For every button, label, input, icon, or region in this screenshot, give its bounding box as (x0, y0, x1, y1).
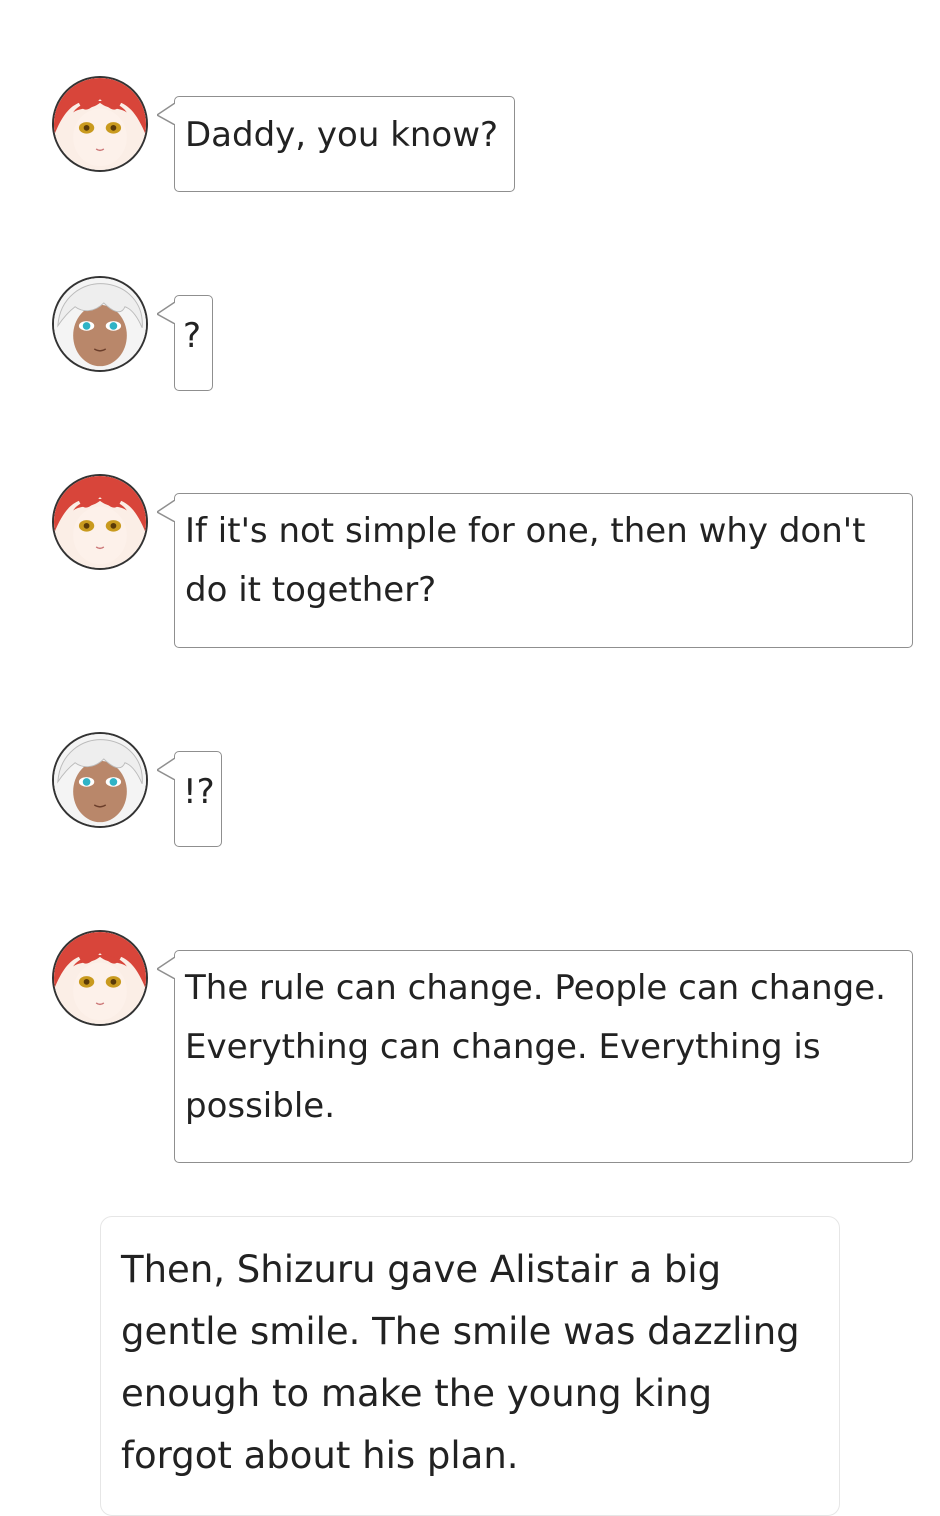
shizuru-avatar-image (54, 932, 146, 1024)
shizuru-avatar-image (54, 476, 146, 568)
message-text: The rule can change. People can change. … (185, 968, 897, 1126)
bubble-tail (157, 500, 175, 522)
shizuru-avatar-image (54, 78, 146, 170)
narration-text: Then, Shizuru gave Alistair a big gentle… (121, 1248, 800, 1477)
alistair-avatar-image (54, 278, 146, 370)
speech-bubble: Daddy, you know? (157, 96, 515, 192)
message-text: If it's not simple for one, then why don… (185, 511, 877, 610)
bubble-tail (157, 758, 175, 780)
bubble-tail (157, 957, 175, 979)
alistair-avatar (52, 732, 148, 828)
shizuru-avatar (52, 76, 148, 172)
message-text: !? (183, 772, 215, 812)
bubble-tail (157, 302, 175, 324)
message-text: Daddy, you know? (185, 115, 499, 155)
speech-bubble: !? (157, 751, 222, 847)
alistair-avatar-image (54, 734, 146, 826)
speech-bubble: If it's not simple for one, then why don… (157, 493, 913, 648)
speech-bubble: ? (157, 295, 213, 391)
speech-bubble: The rule can change. People can change. … (157, 950, 913, 1163)
shizuru-avatar (52, 930, 148, 1026)
bubble-tail (157, 103, 175, 125)
message-text: ? (183, 316, 202, 356)
shizuru-avatar (52, 474, 148, 570)
narration-card: Then, Shizuru gave Alistair a big gentle… (100, 1216, 840, 1516)
alistair-avatar (52, 276, 148, 372)
